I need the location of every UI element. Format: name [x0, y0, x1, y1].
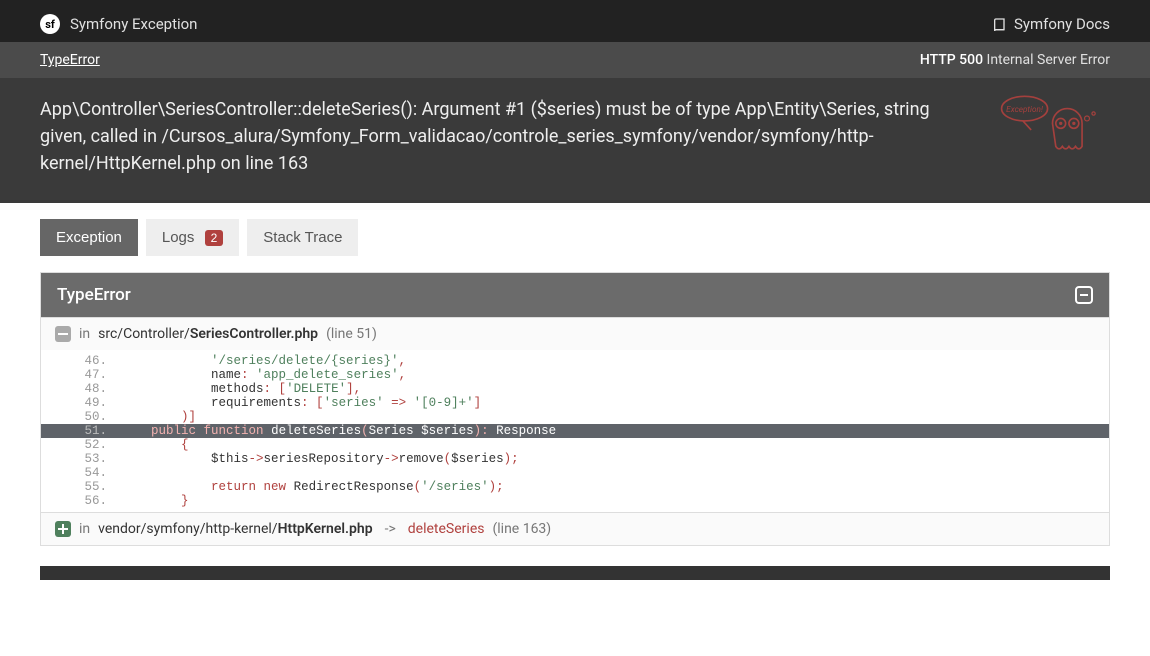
- frame-1-path: src/Controller/: [98, 326, 190, 342]
- header-left: sf Symfony Exception: [40, 14, 197, 34]
- http-code: HTTP 500: [920, 52, 983, 68]
- panel-title: TypeError: [57, 285, 131, 305]
- tab-logs-label: Logs: [162, 229, 195, 246]
- code-line: 53. $this->seriesRepository->remove($ser…: [41, 452, 1109, 466]
- frame-in-label: in: [79, 521, 90, 537]
- code-line: 46. '/series/delete/{series}',: [41, 354, 1109, 368]
- stack-frame-1: in src/Controller/SeriesController.php (…: [41, 317, 1109, 512]
- code-line: 48. methods: ['DELETE'],: [41, 382, 1109, 396]
- logs-count-badge: 2: [205, 230, 224, 246]
- frame-2-head[interactable]: in vendor/symfony/http-kernel/HttpKernel…: [41, 513, 1109, 545]
- frame-2-func: deleteSeries: [408, 521, 485, 537]
- svg-text:Exception!: Exception!: [1006, 105, 1043, 115]
- status-bar: TypeError HTTP 500 Internal Server Error: [0, 42, 1150, 78]
- code-line: 56. }: [41, 494, 1109, 508]
- frame-1-file: SeriesController.php: [190, 326, 318, 342]
- frame-2-line: (line 163): [492, 521, 551, 537]
- collapse-icon[interactable]: [1075, 286, 1093, 304]
- stack-frame-2: in vendor/symfony/http-kernel/HttpKernel…: [41, 512, 1109, 545]
- book-icon: [992, 17, 1008, 31]
- code-line: 52. {: [41, 438, 1109, 452]
- code-line: 55. return new RedirectResponse('/series…: [41, 480, 1109, 494]
- tab-logs[interactable]: Logs 2: [146, 219, 239, 256]
- page-title: Symfony Exception: [70, 15, 197, 33]
- frame-1-line: (line 51): [326, 326, 377, 342]
- docs-link-label: Symfony Docs: [1014, 15, 1110, 33]
- frame-in-label: in: [79, 326, 90, 342]
- exception-message: App\Controller\SeriesController::deleteS…: [40, 96, 975, 177]
- error-type-link[interactable]: TypeError: [40, 52, 100, 68]
- http-text: Internal Server Error: [987, 52, 1110, 68]
- symfony-logo-icon: sf: [40, 14, 60, 34]
- code-line: 54.: [41, 466, 1109, 480]
- next-frame-strip: [40, 566, 1110, 580]
- frame-2-path: vendor/symfony/http-kernel/: [98, 521, 277, 537]
- http-status: HTTP 500 Internal Server Error: [920, 52, 1110, 68]
- tabs-row: Exception Logs 2 Stack Trace: [0, 203, 1150, 272]
- frame-1-head[interactable]: in src/Controller/SeriesController.php (…: [41, 318, 1109, 350]
- code-block: 46. '/series/delete/{series}', 47. name:…: [41, 350, 1109, 512]
- docs-link[interactable]: Symfony Docs: [992, 15, 1110, 33]
- code-line: 47. name: 'app_delete_series',: [41, 368, 1109, 382]
- plus-icon[interactable]: [55, 521, 71, 537]
- frame-2-file: HttpKernel.php: [278, 521, 373, 537]
- code-line: 49. requirements: ['series' => '[0-9]+']: [41, 396, 1109, 410]
- ghost-icon: Exception!: [995, 90, 1110, 165]
- tab-stack-trace[interactable]: Stack Trace: [247, 219, 358, 256]
- code-line: 50. )]: [41, 410, 1109, 424]
- panel-header[interactable]: TypeError: [41, 273, 1109, 317]
- minus-icon[interactable]: [55, 326, 71, 342]
- trace-panel: TypeError in src/Controller/SeriesContro…: [40, 272, 1110, 546]
- tab-exception[interactable]: Exception: [40, 219, 138, 256]
- message-block: App\Controller\SeriesController::deleteS…: [0, 78, 1150, 203]
- code-line-highlighted: 51. public function deleteSeries(Series …: [41, 424, 1109, 438]
- arrow-label: ->: [385, 521, 396, 537]
- header-bar: sf Symfony Exception Symfony Docs: [0, 6, 1150, 42]
